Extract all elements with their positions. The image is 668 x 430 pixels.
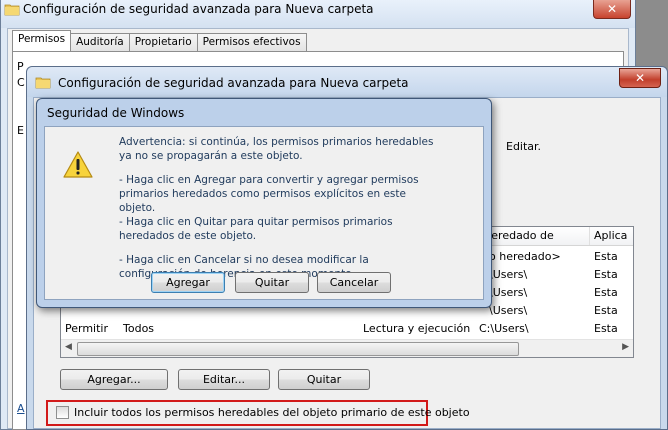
back-titlebar: Configuración de seguridad avanzada para… (1, 0, 635, 28)
cell-heredado: \Users\ (489, 268, 528, 281)
scroll-right-icon[interactable]: ▶ (622, 342, 629, 352)
back-text-fragment-1: P (17, 60, 24, 73)
back-close-button[interactable] (593, 0, 631, 19)
column-divider (589, 227, 590, 245)
dialog-cancel-button[interactable]: Cancelar (317, 272, 391, 293)
inherit-permissions-label[interactable]: Incluir todos los permisos heredables de… (74, 406, 470, 419)
folder-icon (35, 74, 51, 93)
dialog-title: Seguridad de Windows (47, 106, 185, 120)
back-text-fragment-3: E (17, 124, 24, 137)
edit-permission-button[interactable]: Editar... (178, 369, 270, 390)
cell-aplica: Esta (594, 250, 618, 263)
folder-icon (4, 1, 20, 20)
dialog-body: Advertencia: si continúa, los permisos p… (44, 126, 484, 300)
back-tabs: Permisos Auditoría Propietario Permisos … (12, 30, 307, 53)
cell-heredado: o heredado> (489, 250, 561, 263)
column-heredado[interactable]: Heredado de (483, 229, 554, 242)
warning-icon (63, 151, 93, 182)
tab-propietario[interactable]: Propietario (128, 33, 198, 51)
horizontal-scrollbar[interactable]: ◀ ▶ (61, 339, 633, 357)
tab-permisos[interactable]: Permisos (12, 30, 72, 51)
back-text-fragment-2: C (17, 76, 25, 89)
add-permission-button[interactable]: Agregar... (60, 369, 168, 390)
cell-aplica: Esta (594, 268, 618, 281)
cell-aplica: Esta (594, 322, 618, 335)
cell-aplica: Esta (594, 304, 618, 317)
close-icon[interactable]: ✕ (619, 68, 661, 88)
cell-tipo: Permitir (65, 322, 109, 335)
bullet-quitar: - Haga clic en Quitar para quitar permis… (119, 216, 393, 242)
inherit-permissions-checkbox[interactable] (56, 406, 69, 419)
remove-permission-button[interactable]: Quitar (278, 369, 370, 390)
column-aplica[interactable]: Aplica (594, 229, 627, 242)
bullet-agregar: - Haga clic en Agregar para convertir y … (119, 174, 419, 214)
scroll-left-icon[interactable]: ◀ (65, 342, 72, 352)
edit-hint: Editar. (506, 140, 542, 153)
back-link-fragment[interactable]: A (17, 402, 25, 415)
dialog-remove-button[interactable]: Quitar (235, 272, 309, 293)
mid-window-title: Configuración de seguridad avanzada para… (58, 76, 409, 90)
scroll-thumb[interactable] (77, 342, 519, 356)
mid-titlebar: Configuración de seguridad avanzada para… (27, 67, 667, 97)
dialog-message: Advertencia: si continúa, los permisos p… (119, 135, 439, 291)
tab-auditoria[interactable]: Auditoría (70, 33, 130, 51)
cell-aplica: Esta (594, 286, 618, 299)
cell-nombre: Todos (123, 322, 155, 335)
cell-permiso: Lectura y ejecución (363, 322, 471, 335)
tab-permisos-efectivos[interactable]: Permisos efectivos (196, 33, 307, 51)
table-row[interactable]: Permitir Todos Lectura y ejecución C:\Us… (61, 319, 633, 338)
dialog-add-button[interactable]: Agregar (151, 272, 225, 293)
windows-security-dialog: Seguridad de Windows Advertencia: si con… (36, 98, 492, 308)
warning-text: Advertencia: si continúa, los permisos p… (119, 136, 434, 162)
back-window-title: Configuración de seguridad avanzada para… (23, 2, 374, 16)
cell-heredado: \Users\ (489, 286, 528, 299)
cell-heredado: \Users\ (489, 304, 528, 317)
cell-heredado: C:\Users\ (479, 322, 529, 335)
